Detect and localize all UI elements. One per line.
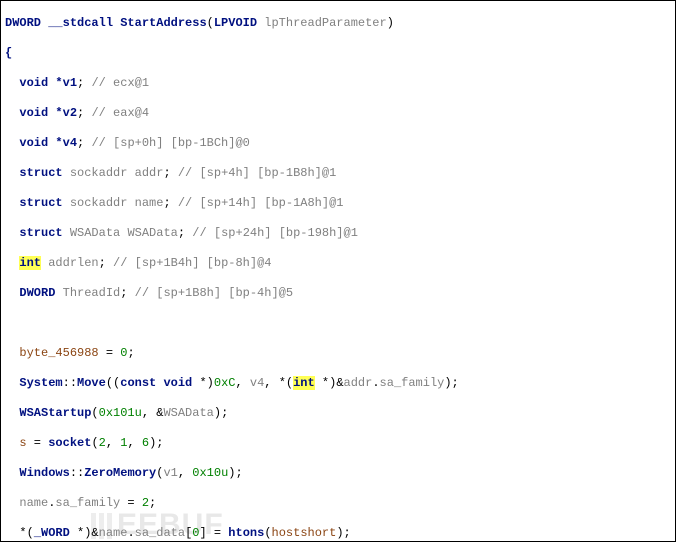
- num: 6: [142, 436, 149, 450]
- op: =: [99, 346, 121, 360]
- decl-comment: // [sp+4h] [bp-1B8h]@1: [178, 166, 336, 180]
- num: 0x10u: [192, 466, 228, 480]
- ns: System: [19, 376, 62, 390]
- num: 2: [99, 436, 106, 450]
- decl-type: void: [19, 76, 48, 90]
- num: 0x101u: [99, 406, 142, 420]
- p: );: [336, 526, 350, 540]
- global-byte: byte_456988: [19, 346, 98, 360]
- fn: Move: [77, 376, 106, 390]
- decl-type-highlight: int: [19, 256, 41, 270]
- decl-type: void: [19, 136, 48, 150]
- p: , *(: [264, 376, 293, 390]
- decl-comment: // [sp+14h] [bp-1A8h]@1: [178, 196, 344, 210]
- type: _WORD: [34, 526, 70, 540]
- var: WSAData: [163, 406, 213, 420]
- p: *(: [19, 526, 33, 540]
- fn: htons: [228, 526, 264, 540]
- ns: Windows: [19, 466, 69, 480]
- decl-comment: // ecx@1: [91, 76, 149, 90]
- op: ::: [63, 376, 77, 390]
- p: );: [149, 436, 163, 450]
- p: ] =: [199, 526, 228, 540]
- op: ::: [70, 466, 84, 480]
- decl-type: struct: [19, 166, 62, 180]
- decl-type: struct: [19, 226, 62, 240]
- return-type: DWORD: [5, 16, 41, 30]
- var: name: [99, 526, 128, 540]
- decl-comment: // [sp+24h] [bp-198h]@1: [192, 226, 358, 240]
- decl-type: void: [19, 106, 48, 120]
- p: (: [264, 526, 271, 540]
- param-name: lpThreadParameter: [264, 16, 386, 30]
- decl-name: addrlen: [48, 256, 98, 270]
- var: s: [19, 436, 26, 450]
- decl-type: struct: [19, 196, 62, 210]
- p: *): [192, 376, 214, 390]
- decl-comment: // eax@4: [91, 106, 149, 120]
- decompiled-code: DWORD __stdcall StartAddress ( LPVOID lpTh…: [1, 1, 675, 542]
- decl-name: ThreadId: [63, 286, 121, 300]
- fn: WSAStartup: [19, 406, 91, 420]
- var: addr: [344, 376, 373, 390]
- param-type: LPVOID: [214, 16, 257, 30]
- decl-name: name: [135, 196, 164, 210]
- p: ,: [127, 436, 141, 450]
- decl-name: *v1: [55, 76, 77, 90]
- cast-int-highlight: int: [293, 376, 315, 390]
- var: v4: [250, 376, 264, 390]
- p: );: [444, 376, 458, 390]
- fn: socket: [48, 436, 91, 450]
- p: ,: [106, 436, 120, 450]
- p: );: [214, 406, 228, 420]
- p: , &: [142, 406, 164, 420]
- decl-comment: // [sp+1B8h] [bp-4h]@5: [135, 286, 293, 300]
- field: sa_family: [380, 376, 445, 390]
- var: v1: [163, 466, 177, 480]
- kw: const void: [120, 376, 192, 390]
- p: ((: [106, 376, 120, 390]
- num: 0: [120, 346, 127, 360]
- op: .: [372, 376, 379, 390]
- op: .: [127, 526, 134, 540]
- op: =: [27, 436, 49, 450]
- decl-type: DWORD: [19, 286, 55, 300]
- decl-name: *v2: [55, 106, 77, 120]
- field: sa_data: [135, 526, 185, 540]
- decl-struct: WSAData: [70, 226, 120, 240]
- var: name: [19, 496, 48, 510]
- p: *)&: [315, 376, 344, 390]
- decl-name: *v4: [55, 136, 77, 150]
- signature-line: DWORD __stdcall StartAddress(LPVOID lpTh…: [5, 16, 671, 31]
- decl-comment: // [sp+0h] [bp-1BCh]@0: [91, 136, 249, 150]
- p: ,: [235, 376, 249, 390]
- calling-convention: __stdcall: [48, 16, 113, 30]
- p: ,: [178, 466, 192, 480]
- p: (: [91, 436, 98, 450]
- fn: ZeroMemory: [84, 466, 156, 480]
- function-name: StartAddress: [120, 16, 206, 30]
- decl-comment: // [sp+1B4h] [bp-8h]@4: [113, 256, 271, 270]
- num: 2: [142, 496, 149, 510]
- var: hostshort: [272, 526, 337, 540]
- field: sa_family: [55, 496, 120, 510]
- decl-name: addr: [135, 166, 164, 180]
- p: (: [91, 406, 98, 420]
- decl-struct: sockaddr: [70, 196, 128, 210]
- p: *)&: [70, 526, 99, 540]
- p: );: [228, 466, 242, 480]
- op: =: [120, 496, 142, 510]
- decl-struct: sockaddr: [70, 166, 128, 180]
- num: 0xC: [214, 376, 236, 390]
- decl-name: WSAData: [127, 226, 177, 240]
- p: ;: [149, 496, 156, 510]
